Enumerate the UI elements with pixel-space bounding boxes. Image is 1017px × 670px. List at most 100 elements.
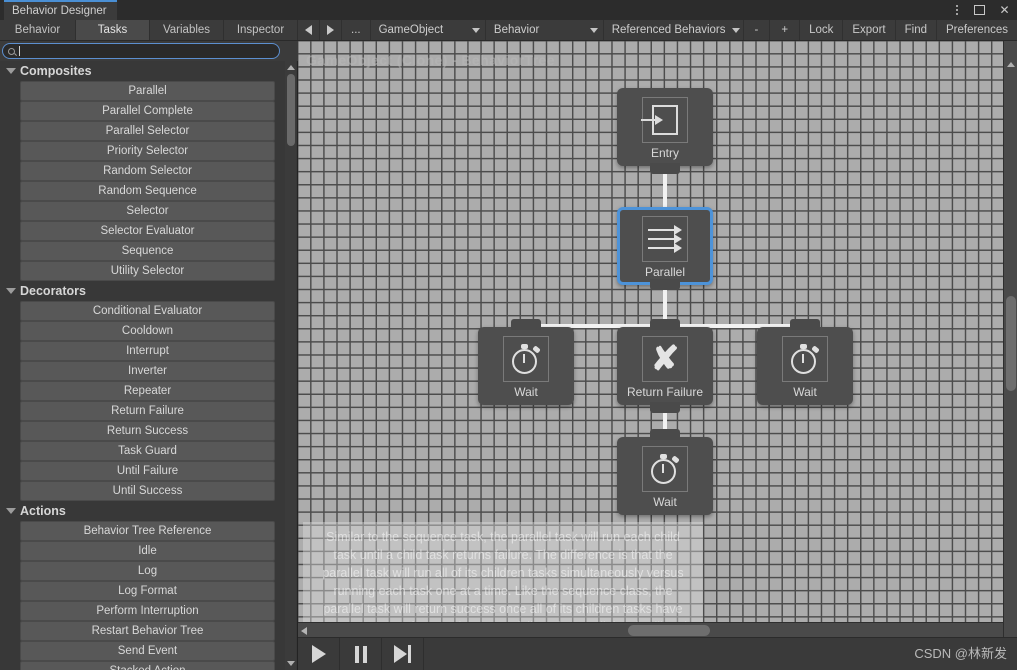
export-button[interactable]: Export xyxy=(843,20,896,40)
task-item-sequence[interactable]: Sequence xyxy=(20,241,275,261)
node-return-failure[interactable]: ✘ Return Failure xyxy=(617,319,713,413)
task-item-restart-behavior-tree[interactable]: Restart Behavior Tree xyxy=(20,621,275,641)
zoom-out-button[interactable]: - xyxy=(744,20,771,40)
lock-button[interactable]: Lock xyxy=(800,20,844,40)
search-box[interactable] xyxy=(2,43,280,59)
window-controls: ✕ xyxy=(950,0,1011,20)
scroll-left-icon[interactable] xyxy=(301,627,307,635)
tab-variables[interactable]: Variables xyxy=(150,20,224,40)
task-item-task-guard[interactable]: Task Guard xyxy=(20,441,275,461)
task-item-perform-interruption[interactable]: Perform Interruption xyxy=(20,601,275,621)
task-item-stacked-action[interactable]: Stacked Action xyxy=(20,661,275,670)
group-label: Actions xyxy=(20,504,66,518)
group-header-decorators[interactable]: Decorators xyxy=(0,281,286,301)
referenced-behaviors-dropdown[interactable]: Referenced Behaviors xyxy=(604,20,744,40)
node-parallel-label: Parallel xyxy=(644,265,686,279)
kebab-menu-icon[interactable] xyxy=(950,5,963,15)
play-button[interactable] xyxy=(298,638,340,670)
task-item-idle[interactable]: Idle xyxy=(20,541,275,561)
tab-tasks[interactable]: Tasks xyxy=(76,20,150,40)
canvas-vscrollbar[interactable] xyxy=(1003,41,1017,670)
task-list-scrollbar[interactable] xyxy=(285,61,296,670)
scrollbar-thumb[interactable] xyxy=(286,74,295,146)
canvas-hscrollbar[interactable] xyxy=(298,622,1003,637)
scroll-up-icon[interactable] xyxy=(286,63,295,72)
node-wait-left-label: Wait xyxy=(514,385,538,399)
task-item-behavior-tree-reference[interactable]: Behavior Tree Reference xyxy=(20,521,275,541)
gameobject-dropdown-label: GameObject xyxy=(378,24,444,36)
task-item-cooldown[interactable]: Cooldown xyxy=(20,321,275,341)
tab-inspector[interactable]: Inspector xyxy=(224,20,298,40)
graph-toolbar: ... GameObject Behavior Referenced Behav… xyxy=(298,20,1017,41)
task-item-return-failure[interactable]: Return Failure xyxy=(20,401,275,421)
task-item-selector[interactable]: Selector xyxy=(20,201,275,221)
task-item-random-selector[interactable]: Random Selector xyxy=(20,161,275,181)
task-item-repeater[interactable]: Repeater xyxy=(20,381,275,401)
node-output-nub xyxy=(650,163,680,174)
step-button[interactable] xyxy=(382,638,424,670)
scrollbar-thumb[interactable] xyxy=(628,625,710,636)
node-wait-left[interactable]: Wait xyxy=(478,319,574,405)
search-input[interactable] xyxy=(21,45,274,57)
node-output-nub xyxy=(650,279,680,290)
watermark: CSDN @林新发 xyxy=(914,646,1007,661)
group-header-composites[interactable]: Composites xyxy=(0,61,286,81)
task-item-log[interactable]: Log xyxy=(20,561,275,581)
behavior-tree-canvas[interactable]: GameObject (Clone) - BehaviorTree Entry xyxy=(298,41,1017,670)
task-item-send-event[interactable]: Send Event xyxy=(20,641,275,661)
task-item-random-sequence[interactable]: Random Sequence xyxy=(20,181,275,201)
window-tab-behavior-designer[interactable]: Behavior Designer xyxy=(4,0,117,20)
text-caret xyxy=(19,46,20,56)
task-item-parallel-complete[interactable]: Parallel Complete xyxy=(20,101,275,121)
task-item-inverter[interactable]: Inverter xyxy=(20,361,275,381)
node-wait-bottom[interactable]: Wait xyxy=(617,429,713,515)
task-item-selector-evaluator[interactable]: Selector Evaluator xyxy=(20,221,275,241)
overflow-button[interactable]: ... xyxy=(342,20,371,40)
zoom-in-button[interactable]: + xyxy=(770,20,801,40)
tab-inspector-label: Inspector xyxy=(236,24,285,36)
chevron-down-icon xyxy=(731,27,740,33)
chevron-down-icon xyxy=(471,27,480,33)
preferences-button[interactable]: Preferences xyxy=(937,20,1017,40)
task-item-parallel-selector[interactable]: Parallel Selector xyxy=(20,121,275,141)
forward-button[interactable] xyxy=(320,20,342,40)
scroll-up-icon[interactable] xyxy=(1007,45,1015,67)
task-item-log-format[interactable]: Log Format xyxy=(20,581,275,601)
behavior-dropdown[interactable]: Behavior xyxy=(486,20,604,40)
scroll-down-icon[interactable] xyxy=(286,659,295,668)
group-header-actions[interactable]: Actions xyxy=(0,501,286,521)
close-icon[interactable]: ✕ xyxy=(998,4,1011,16)
group-label: Decorators xyxy=(20,284,86,298)
scrollbar-thumb[interactable] xyxy=(1006,296,1016,391)
chevron-down-icon xyxy=(6,508,16,514)
task-item-conditional-evaluator[interactable]: Conditional Evaluator xyxy=(20,301,275,321)
node-wait-right[interactable]: Wait xyxy=(757,319,853,405)
chevron-down-icon xyxy=(589,27,598,33)
search-icon xyxy=(8,47,15,55)
gameobject-dropdown[interactable]: GameObject xyxy=(371,20,486,40)
task-item-priority-selector[interactable]: Priority Selector xyxy=(20,141,275,161)
group-label: Composites xyxy=(20,64,92,78)
play-icon xyxy=(311,645,326,663)
node-parallel[interactable]: Parallel xyxy=(617,207,713,290)
task-item-interrupt[interactable]: Interrupt xyxy=(20,341,275,361)
task-item-return-success[interactable]: Return Success xyxy=(20,421,275,441)
task-item-utility-selector[interactable]: Utility Selector xyxy=(20,261,275,281)
find-button[interactable]: Find xyxy=(896,20,937,40)
pause-button[interactable] xyxy=(340,638,382,670)
maximize-icon[interactable] xyxy=(974,5,987,15)
node-wait-bottom-label: Wait xyxy=(653,495,677,509)
task-description: Similar to the sequence task, the parall… xyxy=(303,522,703,632)
node-input-nub xyxy=(650,319,680,330)
back-button[interactable] xyxy=(298,20,320,40)
task-list[interactable]: Composites Parallel Parallel Complete Pa… xyxy=(0,61,286,670)
window-tab-label: Behavior Designer xyxy=(12,5,107,17)
task-item-until-success[interactable]: Until Success xyxy=(20,481,275,501)
clock-icon xyxy=(503,336,549,382)
tab-behavior[interactable]: Behavior xyxy=(0,20,76,40)
clock-icon xyxy=(642,446,688,492)
task-item-parallel[interactable]: Parallel xyxy=(20,81,275,101)
task-item-until-failure[interactable]: Until Failure xyxy=(20,461,275,481)
node-entry[interactable]: Entry xyxy=(617,88,713,174)
search-row xyxy=(0,41,298,61)
